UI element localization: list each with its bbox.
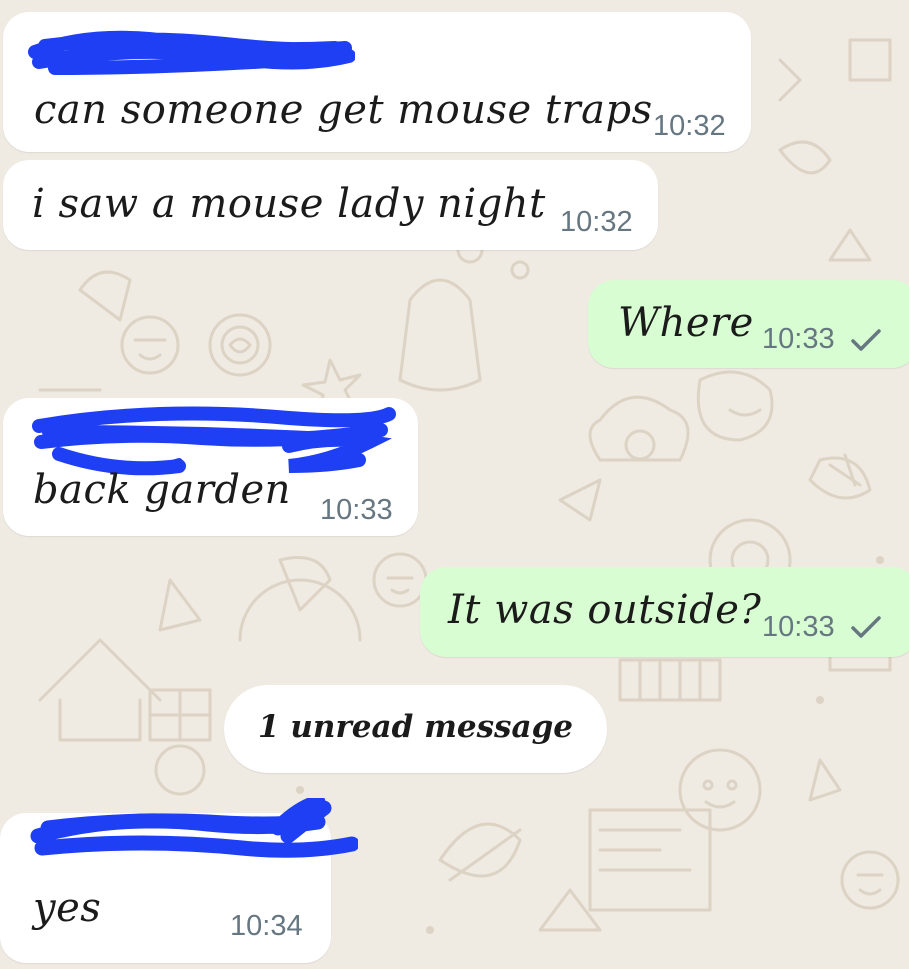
- message-timestamp: 10:33: [762, 323, 835, 355]
- sender-name-redaction-scribble: [28, 30, 355, 75]
- message-bubble-incoming[interactable]: yes 10:34: [0, 798, 358, 963]
- message-timestamp: 10:32: [653, 110, 726, 142]
- message-timestamp: 10:33: [320, 494, 393, 526]
- message-text: yes: [33, 885, 102, 931]
- message-timestamp: 10:34: [230, 910, 303, 942]
- unread-messages-divider: 1 unread message: [224, 685, 607, 773]
- message-text: Where: [618, 300, 754, 346]
- message-bubble-incoming[interactable]: i saw a mouse lady night 10:32: [3, 160, 658, 250]
- message-bubble-outgoing[interactable]: Where 10:33: [588, 280, 909, 368]
- sender-name-redaction-scribble: [30, 798, 358, 858]
- message-bubble-outgoing[interactable]: It was outside? 10:33: [420, 567, 909, 657]
- message-text: back garden: [33, 467, 291, 513]
- message-bubble-incoming[interactable]: can someone get mouse traps 10:32: [3, 12, 751, 152]
- message-timestamp: 10:32: [560, 206, 633, 238]
- message-timestamp: 10:33: [762, 611, 835, 643]
- message-text: It was outside?: [448, 587, 762, 633]
- single-check-icon: [851, 616, 881, 638]
- message-text: can someone get mouse traps: [34, 87, 653, 133]
- message-bubble-incoming[interactable]: back garden 10:33: [3, 398, 418, 536]
- single-check-icon: [851, 329, 881, 351]
- unread-divider-label: 1 unread message: [258, 709, 573, 745]
- message-text: i saw a mouse lady night: [32, 181, 546, 227]
